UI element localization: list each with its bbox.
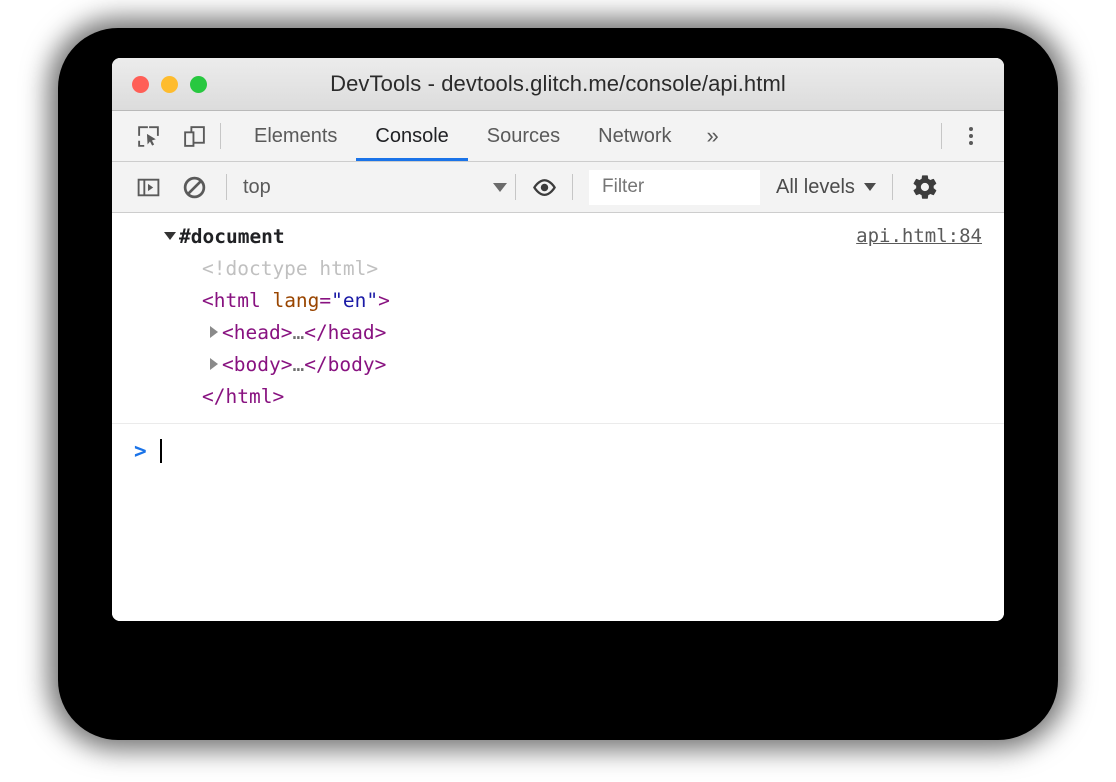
dom-line-head[interactable]: <head>…</head> (164, 317, 1004, 349)
html-open-tag: <html (202, 289, 273, 312)
expand-triangle-down-icon[interactable] (164, 231, 176, 240)
console-message-row[interactable]: api.html:84 #document <!doctype html> <h… (112, 213, 1004, 424)
dom-line-body[interactable]: <body>…</body> (164, 349, 1004, 381)
tabbar-divider (220, 123, 221, 149)
console-toolbar-divider-3 (572, 174, 573, 200)
console-prompt-row[interactable]: > (112, 424, 1004, 468)
devtools-tabbar: Elements Console Sources Network » (112, 111, 1004, 162)
html-attr-name: lang (272, 289, 320, 312)
head-ellipsis: … (292, 321, 305, 344)
source-link[interactable]: api.html:84 (856, 225, 982, 247)
chevron-down-icon (863, 183, 876, 191)
body-close-tag: </body> (304, 353, 387, 376)
inspect-element-icon[interactable] (134, 122, 162, 150)
clear-console-icon[interactable] (180, 173, 208, 201)
expand-triangle-right-icon[interactable] (210, 325, 218, 338)
tab-overflow-chevron-icon[interactable]: » (691, 111, 735, 161)
console-sidebar-icon[interactable] (134, 173, 162, 201)
console-toolbar: top Filter All levels (112, 162, 1004, 213)
html-open-tag-close: > (378, 289, 390, 312)
tab-console[interactable]: Console (356, 111, 469, 161)
close-button[interactable] (132, 75, 149, 93)
dom-line-html-close: </html> (164, 381, 1004, 413)
text-cursor (159, 439, 162, 463)
tabbar-right (941, 111, 1004, 161)
filter-input[interactable]: Filter (589, 169, 760, 205)
more-vertical-icon[interactable] (956, 121, 986, 151)
html-close-tag: </html> (202, 385, 285, 408)
console-toolbar-divider-2 (515, 174, 516, 200)
document-node-label: #document (179, 225, 285, 248)
panel-tabs: Elements Console Sources Network » (235, 111, 941, 161)
dom-tree: #document <!doctype html> <html lang="en… (112, 221, 1004, 413)
prompt-chevron-icon: > (134, 439, 147, 463)
body-open-tag: <body> (222, 353, 293, 376)
gear-icon[interactable] (911, 173, 939, 201)
devtools-window: DevTools - devtools.glitch.me/console/ap… (112, 58, 1004, 621)
body-ellipsis: … (292, 353, 305, 376)
html-attr-value: "en" (331, 289, 379, 312)
device-toolbar-icon[interactable] (180, 122, 208, 150)
execution-context-label: top (243, 175, 271, 198)
execution-context-selector[interactable]: top (227, 176, 515, 199)
console-toolbar-divider-4 (891, 174, 893, 200)
html-attr-equals: = (319, 289, 332, 312)
expand-triangle-right-icon[interactable] (210, 357, 218, 370)
log-level-selector[interactable]: All levels (776, 176, 876, 199)
head-close-tag: </head> (304, 321, 387, 344)
doctype-text: <!doctype html> (202, 257, 379, 280)
window-title: DevTools - devtools.glitch.me/console/ap… (330, 71, 786, 96)
tab-sources[interactable]: Sources (468, 111, 579, 161)
dom-line-html-open[interactable]: <html lang="en"> (164, 285, 1004, 317)
minimize-button[interactable] (161, 75, 178, 93)
head-open-tag: <head> (222, 321, 293, 344)
tab-network[interactable]: Network (579, 111, 690, 161)
traffic-lights (132, 75, 207, 93)
dom-line-doctype: <!doctype html> (164, 253, 1004, 285)
tabbar-left-icons (112, 111, 220, 161)
tabbar-right-divider (941, 123, 942, 149)
chevron-down-icon (493, 182, 507, 192)
zoom-button[interactable] (190, 75, 207, 93)
log-level-label: All levels (776, 175, 855, 198)
window-titlebar: DevTools - devtools.glitch.me/console/ap… (112, 58, 1004, 111)
console-output: api.html:84 #document <!doctype html> <h… (112, 213, 1004, 621)
tab-elements[interactable]: Elements (235, 111, 356, 161)
live-expression-eye-icon[interactable] (530, 173, 558, 201)
